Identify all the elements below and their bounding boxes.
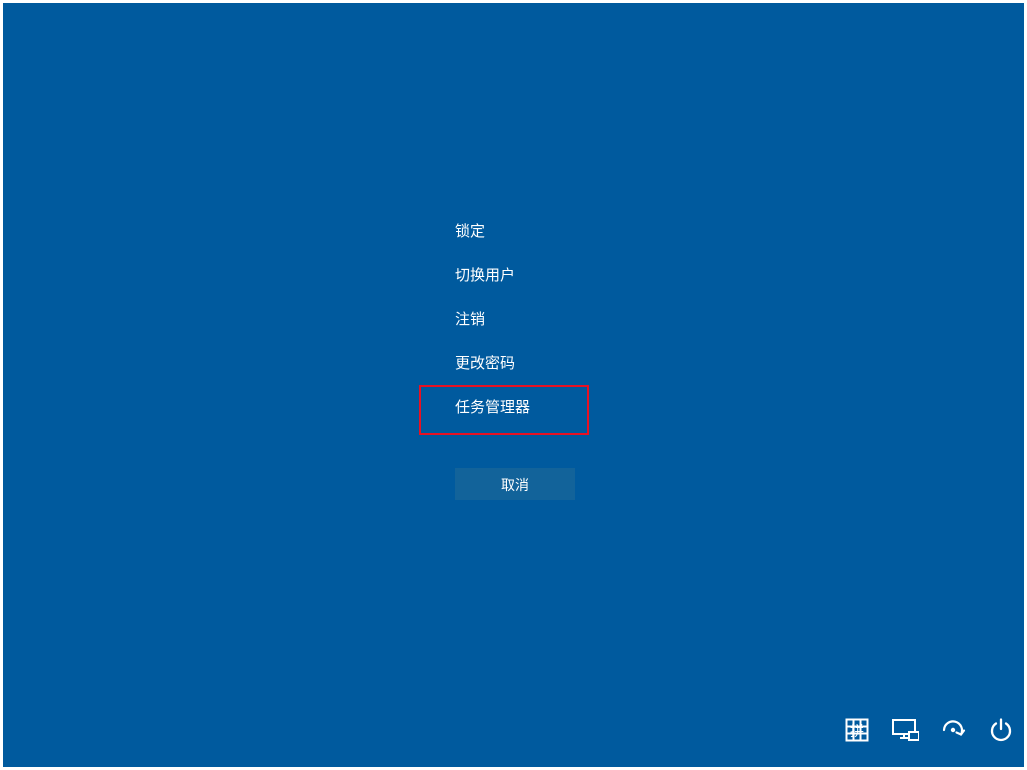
system-tray: 拼 [842,715,1016,745]
option-switch-user[interactable]: 切换用户 [453,267,530,285]
options-list: 锁定 切换用户 注销 更改密码 任务管理器 [453,223,530,417]
svg-text:拼: 拼 [850,723,864,739]
ime-icon[interactable]: 拼 [842,715,872,745]
security-options-screen: 锁定 切换用户 注销 更改密码 任务管理器 取消 拼 [3,3,1024,767]
option-sign-out[interactable]: 注销 [453,311,530,329]
cancel-button[interactable]: 取消 [455,468,575,500]
ease-of-access-icon[interactable] [938,715,968,745]
power-icon[interactable] [986,715,1016,745]
option-lock[interactable]: 锁定 [453,223,530,241]
network-icon[interactable] [890,715,920,745]
option-task-manager[interactable]: 任务管理器 [453,399,530,417]
option-change-password[interactable]: 更改密码 [453,355,530,373]
